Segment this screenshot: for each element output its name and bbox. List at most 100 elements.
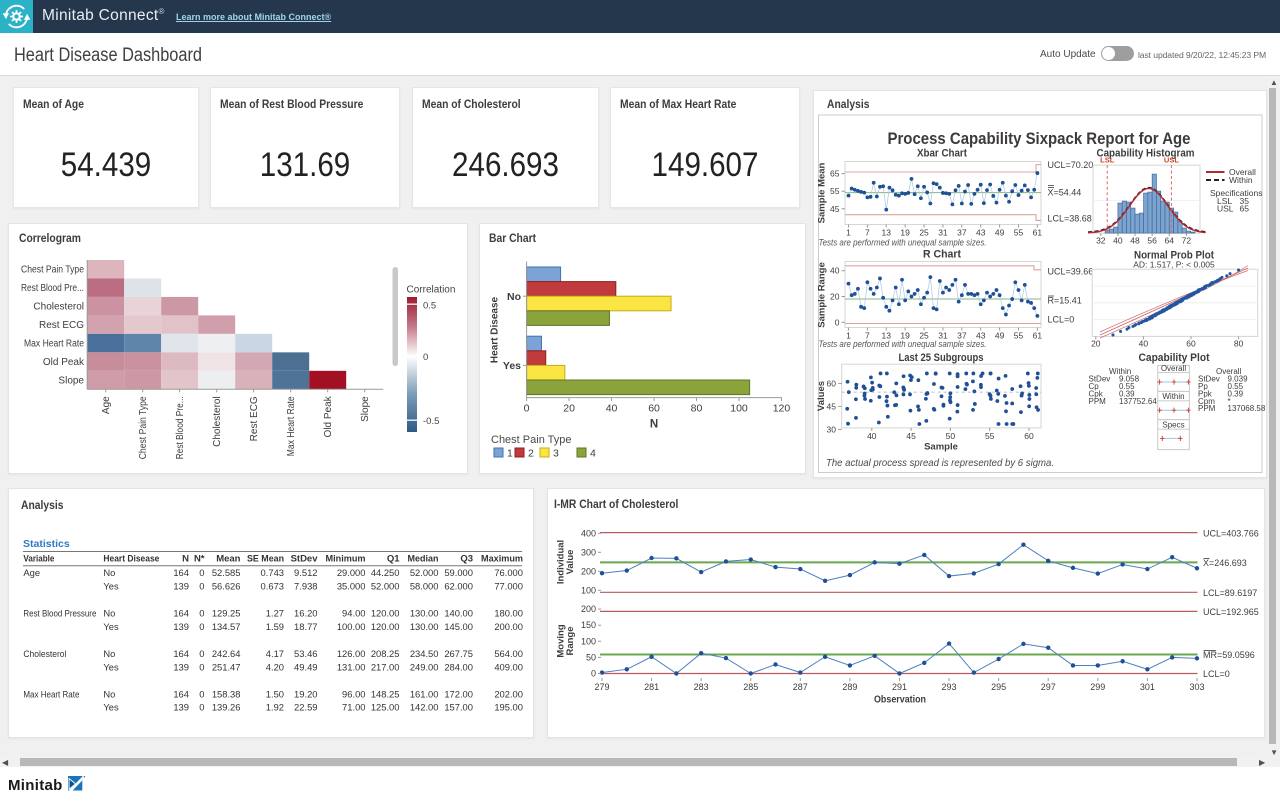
svg-text:SE Mean: SE Mean bbox=[247, 554, 284, 565]
svg-text:200: 200 bbox=[581, 604, 596, 614]
svg-text:137068.58: 137068.58 bbox=[1228, 404, 1266, 413]
svg-text:Last 25 Subgroups: Last 25 Subgroups bbox=[899, 352, 984, 364]
svg-text:29.000: 29.000 bbox=[337, 567, 366, 578]
svg-text:Median: Median bbox=[408, 554, 439, 565]
svg-text:52.000: 52.000 bbox=[410, 567, 439, 578]
svg-text:283: 283 bbox=[694, 682, 709, 692]
svg-text:16.20: 16.20 bbox=[294, 608, 317, 619]
svg-text:Tests are performed with unequ: Tests are performed with unequal sample … bbox=[819, 339, 987, 349]
svg-text:20: 20 bbox=[830, 292, 840, 302]
svg-text:140.00: 140.00 bbox=[444, 608, 473, 619]
svg-text:287: 287 bbox=[793, 682, 808, 692]
svg-text:Tests are performed with unequ: Tests are performed with unequal sample … bbox=[819, 238, 987, 248]
svg-text:Slope: Slope bbox=[58, 376, 84, 387]
svg-text:Max Heart Rate: Max Heart Rate bbox=[286, 396, 297, 456]
svg-text:53.46: 53.46 bbox=[294, 648, 317, 659]
svg-text:80: 80 bbox=[691, 403, 703, 415]
svg-text:55: 55 bbox=[830, 186, 840, 196]
svg-text:120.00: 120.00 bbox=[371, 608, 400, 619]
svg-text:Cholesterol: Cholesterol bbox=[212, 396, 223, 447]
svg-text:139: 139 bbox=[173, 621, 189, 632]
svg-text:Slope: Slope bbox=[360, 396, 371, 422]
svg-text:100: 100 bbox=[581, 585, 596, 595]
svg-text:Sample Range: Sample Range bbox=[817, 262, 828, 327]
svg-text:Within: Within bbox=[1229, 175, 1253, 185]
svg-text:202.00: 202.00 bbox=[494, 688, 523, 699]
svg-text:303: 303 bbox=[1189, 682, 1204, 692]
svg-text:7: 7 bbox=[865, 228, 870, 238]
svg-text:137752.64: 137752.64 bbox=[1119, 397, 1157, 406]
svg-text:172.00: 172.00 bbox=[444, 688, 473, 699]
svg-text:USL: USL bbox=[1217, 204, 1234, 214]
svg-text:Maximum: Maximum bbox=[481, 554, 523, 565]
svg-text:MR=59.0596: MR=59.0596 bbox=[1203, 650, 1255, 660]
svg-text:Capability Plot: Capability Plot bbox=[1139, 352, 1210, 364]
svg-text:UCL=403.766: UCL=403.766 bbox=[1203, 529, 1259, 539]
svg-text:UCL=192.965: UCL=192.965 bbox=[1203, 607, 1259, 617]
svg-text:The actual process spread is r: The actual process spread is represented… bbox=[826, 457, 1054, 469]
svg-text:100.00: 100.00 bbox=[337, 621, 366, 632]
svg-text:62.000: 62.000 bbox=[444, 580, 473, 591]
svg-text:Values: Values bbox=[816, 381, 827, 411]
svg-text:164: 164 bbox=[173, 567, 189, 578]
svg-text:1: 1 bbox=[507, 448, 513, 460]
svg-text:19: 19 bbox=[900, 228, 910, 238]
svg-text:125.00: 125.00 bbox=[371, 702, 400, 713]
svg-text:55: 55 bbox=[1014, 331, 1024, 341]
svg-text:No: No bbox=[507, 291, 521, 303]
svg-text:45: 45 bbox=[827, 401, 837, 411]
svg-text:71.00: 71.00 bbox=[342, 702, 365, 713]
svg-text:Q1: Q1 bbox=[387, 554, 400, 565]
svg-text:N: N bbox=[182, 554, 189, 565]
svg-text:Xbar Chart: Xbar Chart bbox=[917, 148, 967, 160]
svg-text:50: 50 bbox=[946, 431, 956, 441]
svg-text:49: 49 bbox=[995, 331, 1005, 341]
svg-text:35.000: 35.000 bbox=[337, 580, 366, 591]
svg-text:43: 43 bbox=[976, 228, 986, 238]
svg-text:20: 20 bbox=[1091, 339, 1101, 349]
svg-text:60: 60 bbox=[827, 378, 837, 388]
svg-text:Variable: Variable bbox=[23, 554, 54, 565]
svg-text:22.59: 22.59 bbox=[294, 702, 317, 713]
svg-text:0: 0 bbox=[835, 317, 840, 327]
svg-text:LSL: LSL bbox=[1100, 156, 1115, 165]
svg-text:No: No bbox=[103, 688, 115, 699]
svg-text:4: 4 bbox=[590, 448, 596, 460]
svg-text:150: 150 bbox=[581, 620, 596, 630]
svg-text:0: 0 bbox=[591, 669, 596, 679]
svg-text:Mean: Mean bbox=[216, 554, 240, 565]
svg-text:200.00: 200.00 bbox=[494, 621, 523, 632]
svg-text:157.00: 157.00 bbox=[444, 702, 473, 713]
svg-text:217.00: 217.00 bbox=[371, 661, 400, 672]
svg-text:Chest Pain Type: Chest Pain Type bbox=[138, 396, 149, 459]
svg-text:0.743: 0.743 bbox=[261, 567, 284, 578]
svg-text:1.92: 1.92 bbox=[266, 702, 284, 713]
svg-text:77.000: 77.000 bbox=[494, 580, 523, 591]
svg-text:No: No bbox=[103, 567, 115, 578]
svg-text:60: 60 bbox=[1024, 431, 1034, 441]
svg-text:61: 61 bbox=[1033, 331, 1043, 341]
svg-text:60: 60 bbox=[1186, 339, 1196, 349]
svg-text:LCL=0: LCL=0 bbox=[1203, 669, 1230, 679]
svg-text:297: 297 bbox=[1041, 682, 1056, 692]
svg-text:UCL=70.20: UCL=70.20 bbox=[1048, 160, 1094, 170]
svg-text:0: 0 bbox=[199, 661, 204, 672]
svg-text:Value: Value bbox=[565, 550, 576, 575]
svg-text:20: 20 bbox=[563, 403, 575, 415]
svg-text:31: 31 bbox=[938, 228, 948, 238]
svg-text:139: 139 bbox=[173, 580, 189, 591]
svg-text:45: 45 bbox=[906, 431, 916, 441]
svg-text:N: N bbox=[650, 419, 658, 431]
svg-text:139: 139 bbox=[173, 661, 189, 672]
svg-text:0: 0 bbox=[199, 621, 204, 632]
svg-text:148.25: 148.25 bbox=[371, 688, 400, 699]
svg-text:PPM: PPM bbox=[1089, 397, 1107, 406]
svg-text:32: 32 bbox=[1096, 236, 1106, 246]
svg-text:0: 0 bbox=[199, 580, 204, 591]
svg-text:134.57: 134.57 bbox=[212, 621, 241, 632]
svg-text:96.00: 96.00 bbox=[342, 688, 365, 699]
svg-text:Heart Disease: Heart Disease bbox=[490, 296, 501, 363]
svg-text:Minimum: Minimum bbox=[326, 554, 366, 565]
svg-text:StDev: StDev bbox=[291, 554, 319, 565]
svg-text:164: 164 bbox=[173, 608, 189, 619]
